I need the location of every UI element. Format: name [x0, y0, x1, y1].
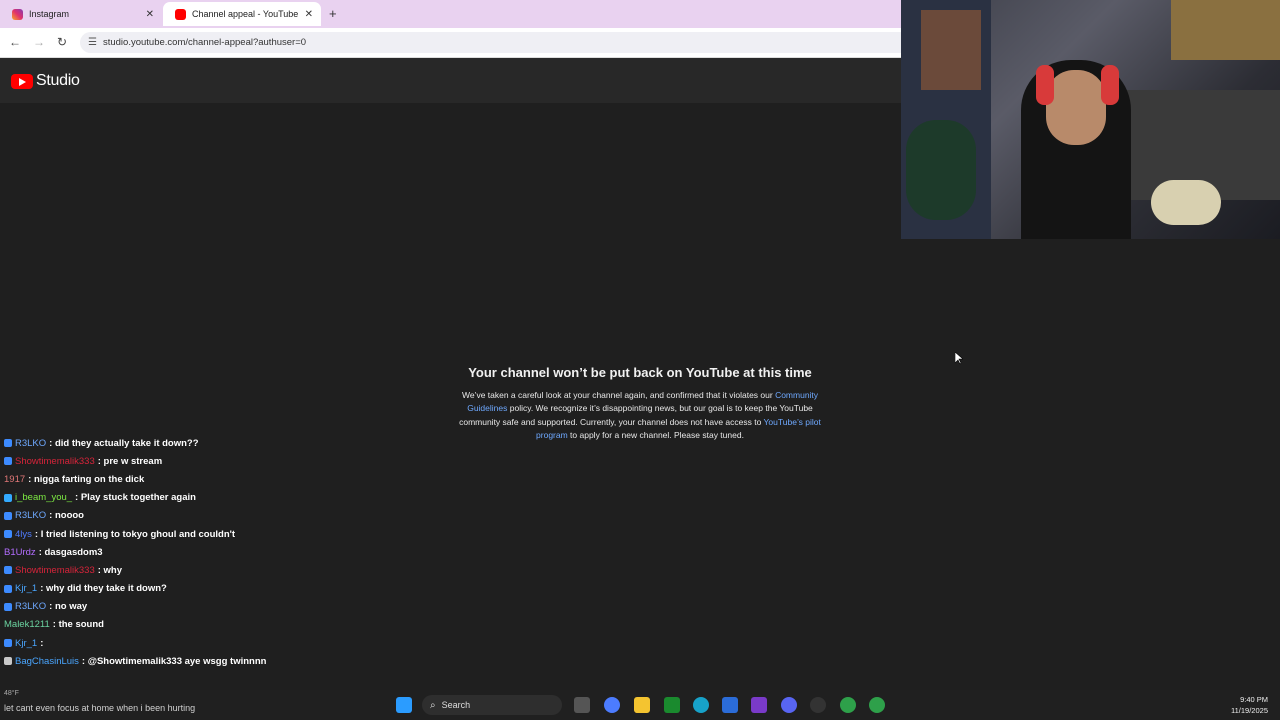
- forward-icon[interactable]: →: [33, 35, 45, 49]
- chrome-icon[interactable]: [840, 697, 856, 713]
- chat-text: : why did they take it down?: [40, 583, 167, 595]
- file-explorer-icon[interactable]: [634, 697, 650, 713]
- copilot-icon[interactable]: [604, 697, 620, 713]
- search-label: Search: [441, 700, 471, 710]
- chat-username[interactable]: R3LKO: [15, 601, 46, 612]
- chat-message: R3LKO: no way: [4, 598, 444, 616]
- chat-badge-icon: [4, 639, 12, 648]
- chat-message: BagChasinLuis: @Showtimemalik333 aye wsg…: [4, 652, 444, 670]
- chat-message: Malek1211: the sound: [4, 616, 444, 634]
- chat-message: 4lys: I tried listening to tokyo ghoul a…: [4, 525, 444, 543]
- chat-text: : I tried listening to tokyo ghoul and c…: [34, 528, 236, 540]
- chat-text: : did they actually take it down??: [49, 437, 199, 449]
- chat-text: : Play stuck together again: [75, 492, 196, 504]
- chat-message: i_beam_you_: Play stuck together again: [4, 489, 444, 507]
- weather-text: 48°F: [4, 690, 19, 697]
- task-view-icon[interactable]: [574, 697, 590, 713]
- url-text: studio.youtube.com/channel-appeal?authus…: [102, 37, 307, 48]
- chat-username[interactable]: Kjr_1: [15, 638, 37, 649]
- chat-message: Kjr_1: why did they take it down?: [4, 580, 444, 598]
- chat-username[interactable]: 1917: [4, 474, 25, 485]
- xbox-icon[interactable]: [664, 697, 680, 713]
- chat-username[interactable]: Showtimemalik333: [15, 565, 95, 576]
- chat-username[interactable]: BagChasinLuis: [15, 656, 79, 667]
- clock-date: 11/19/2025: [1231, 706, 1268, 715]
- obs-icon[interactable]: [810, 697, 826, 713]
- chat-message: Showtimemalik333: why: [4, 561, 444, 579]
- chat-text: :: [40, 637, 44, 649]
- chat-text: : dasgasdom3: [38, 546, 103, 558]
- webcam-overlay: [901, 0, 1280, 239]
- chat-text: : the sound: [52, 619, 104, 631]
- chat-username[interactable]: B1Urdz: [4, 547, 36, 558]
- appeal-message: We’ve taken a careful look at your chann…: [452, 389, 828, 443]
- chat-text: : no way: [49, 601, 88, 613]
- chat-username[interactable]: R3LKO: [15, 438, 46, 449]
- windows-taskbar: 48°F let cant even focus at home when i …: [0, 690, 1280, 720]
- studio-logo-text: Studio: [36, 72, 80, 89]
- windows-start-icon[interactable]: [396, 697, 412, 713]
- chat-message: R3LKO: noooo: [4, 507, 444, 525]
- store-icon[interactable]: [722, 697, 738, 713]
- chat-text: : pre w stream: [97, 455, 163, 467]
- chat-text: : @Showtimemalik333 aye wsgg twinnnn: [81, 655, 267, 667]
- chat-badge-icon: [4, 584, 12, 593]
- chat-username[interactable]: 4lys: [15, 529, 32, 540]
- chat-username[interactable]: i_beam_you_: [15, 492, 72, 503]
- url-input[interactable]: ☰ studio.youtube.com/channel-appeal?auth…: [80, 32, 910, 53]
- youtube-logo-icon: [11, 73, 33, 89]
- chat-message: B1Urdz: dasgasdom3: [4, 543, 444, 561]
- chrome-icon[interactable]: [869, 697, 885, 713]
- chat-username[interactable]: Kjr_1: [15, 583, 37, 594]
- tab-label: Channel appeal - YouTube: [192, 9, 299, 19]
- chat-badge-icon: [4, 439, 12, 448]
- new-tab-icon[interactable]: +: [329, 6, 337, 21]
- chat-badge-icon: [4, 530, 12, 539]
- chat-badge-icon: [4, 457, 12, 466]
- chat-username[interactable]: R3LKO: [15, 510, 46, 521]
- appeal-text: to apply for a new channel. Please stay …: [567, 430, 744, 441]
- browser-tab-bar: Instagram ✕ Channel appeal - YouTube ✕ +: [0, 0, 901, 28]
- address-bar: ← → ↻ ☰ studio.youtube.com/channel-appea…: [0, 28, 910, 58]
- search-icon: ⌕: [430, 699, 436, 711]
- chat-message: R3LKO: did they actually take it down??: [4, 434, 444, 452]
- chat-overlay: R3LKO: did they actually take it down?? S…: [4, 434, 444, 670]
- appeal-title: Your channel won’t be put back on YouTub…: [468, 365, 812, 380]
- appeal-text: We’ve taken a careful look at your chann…: [461, 390, 776, 400]
- chat-badge-icon: [4, 602, 12, 611]
- chat-username[interactable]: Showtimemalik333: [15, 456, 95, 467]
- discord-icon[interactable]: [781, 697, 797, 713]
- chat-text: : nigga farting on the dick: [28, 473, 145, 485]
- instagram-icon: [12, 8, 23, 20]
- studio-header: Studio: [0, 58, 901, 103]
- back-icon[interactable]: ←: [9, 35, 21, 49]
- tab-channel-appeal[interactable]: Channel appeal - YouTube ✕: [163, 2, 321, 26]
- chat-message: Showtimemalik333: pre w stream: [4, 452, 444, 470]
- tab-instagram[interactable]: Instagram ✕: [0, 2, 162, 26]
- taskbar-search[interactable]: ⌕ Search: [422, 695, 562, 715]
- close-icon[interactable]: ✕: [305, 9, 313, 20]
- reload-icon[interactable]: ↻: [57, 35, 67, 49]
- chat-message: Kjr_1:: [4, 634, 444, 652]
- chat-badge-icon: [4, 657, 12, 666]
- appeal-text: policy. We recognize it’s disappointing …: [459, 403, 813, 427]
- caption-text: let cant even focus at home when i been …: [4, 703, 196, 713]
- edge-icon[interactable]: [693, 697, 709, 713]
- chat-message: 1917: nigga farting on the dick: [4, 470, 444, 488]
- chat-text: : why: [97, 564, 123, 576]
- close-icon[interactable]: ✕: [146, 9, 154, 20]
- youtube-icon: [175, 8, 186, 20]
- app-icon[interactable]: [751, 697, 767, 713]
- studio-logo[interactable]: Studio: [11, 72, 80, 90]
- chat-badge-icon: [4, 566, 12, 575]
- chat-text: : noooo: [49, 510, 84, 522]
- tab-label: Instagram: [29, 9, 70, 19]
- chat-badge-icon: [4, 511, 12, 520]
- clock-time: 9:40 PM: [1240, 695, 1268, 704]
- chat-badge-icon: [4, 493, 12, 502]
- site-info-icon[interactable]: ☰: [88, 37, 97, 48]
- chat-username[interactable]: Malek1211: [4, 619, 50, 630]
- taskbar-clock[interactable]: 9:40 PM 11/19/2025: [1231, 694, 1268, 716]
